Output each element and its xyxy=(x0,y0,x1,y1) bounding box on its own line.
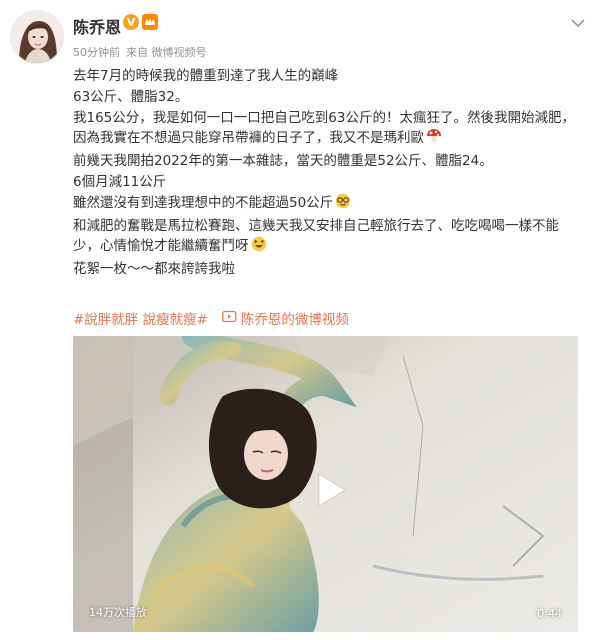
mushroom-emoji-icon xyxy=(426,128,442,151)
post-line-text: 雖然還沒有到達我理想中的不能超過50公斤 xyxy=(73,194,334,211)
post-line: 前幾天我開拍2022年的第一本雜誌，當天的體重是52公斤、體脂24。 xyxy=(73,153,493,170)
badge-group: V xyxy=(123,14,158,30)
post-line: 雖然還沒有到達我理想中的不能超過50公斤 xyxy=(73,193,578,216)
play-icon[interactable] xyxy=(303,464,355,516)
video-player[interactable]: 14万次播放 0:44 xyxy=(73,336,578,632)
tag-row: #說胖就胖 說瘦就瘦# 陈乔恩的微博视频 xyxy=(73,308,349,328)
avatar[interactable] xyxy=(10,10,64,64)
video-view-count: 14万次播放 xyxy=(89,606,147,619)
post-line: 6個月減11公斤 xyxy=(73,173,167,190)
laughing-face-emoji-icon xyxy=(251,236,267,259)
chevron-down-icon[interactable] xyxy=(569,14,587,32)
post-source: 来自 微博视频号 xyxy=(126,46,207,59)
post-meta: 50分钟前 来自 微博视频号 xyxy=(73,44,207,60)
video-source-label: 陈乔恩的微博视频 xyxy=(240,312,349,328)
video-camera-icon xyxy=(222,310,237,327)
post-line: 我165公分，我是如何一口一口把自己吃到63公斤的！太瘋狂了。然後我開始減肥，因… xyxy=(73,108,578,152)
post-line-text: 我165公分，我是如何一口一口把自己吃到63公斤的！太瘋狂了。然後我開始減肥，因… xyxy=(73,109,575,147)
post-text: 去年7月的時候我的體重到達了我人生的巔峰 63公斤、體脂32。 我165公分，我… xyxy=(73,66,578,280)
post-time[interactable]: 50分钟前 xyxy=(73,44,120,60)
post-line: 花絮一枚～～都來誇誇我啦 xyxy=(73,261,235,278)
nerd-face-emoji-icon xyxy=(335,193,351,216)
verified-badge-icon: V xyxy=(123,14,139,30)
video-duration: 0:44 xyxy=(537,607,562,620)
post-line: 63公斤、體脂32。 xyxy=(73,88,189,105)
video-source-link[interactable]: 陈乔恩的微博视频 xyxy=(222,308,349,328)
post-line: 和減肥的奮戰是馬拉松賽跑、這幾天我又安排自己輕旅行去了、吃吃喝喝一樣不能少，心情… xyxy=(73,216,578,260)
post-line-text: 和減肥的奮戰是馬拉松賽跑、這幾天我又安排自己輕旅行去了、吃吃喝喝一樣不能少，心情… xyxy=(73,217,559,255)
user-name[interactable]: 陈乔恩 xyxy=(73,14,121,38)
hashtag-link[interactable]: #說胖就胖 說瘦就瘦# xyxy=(73,308,208,328)
vip-crown-icon xyxy=(142,14,158,30)
weibo-post-card: 陈乔恩 V 50分钟前 来自 微博视频号 去年7月的時候我的體重到達了我人生的巔… xyxy=(0,0,601,640)
post-line: 去年7月的時候我的體重到達了我人生的巔峰 xyxy=(73,68,339,84)
